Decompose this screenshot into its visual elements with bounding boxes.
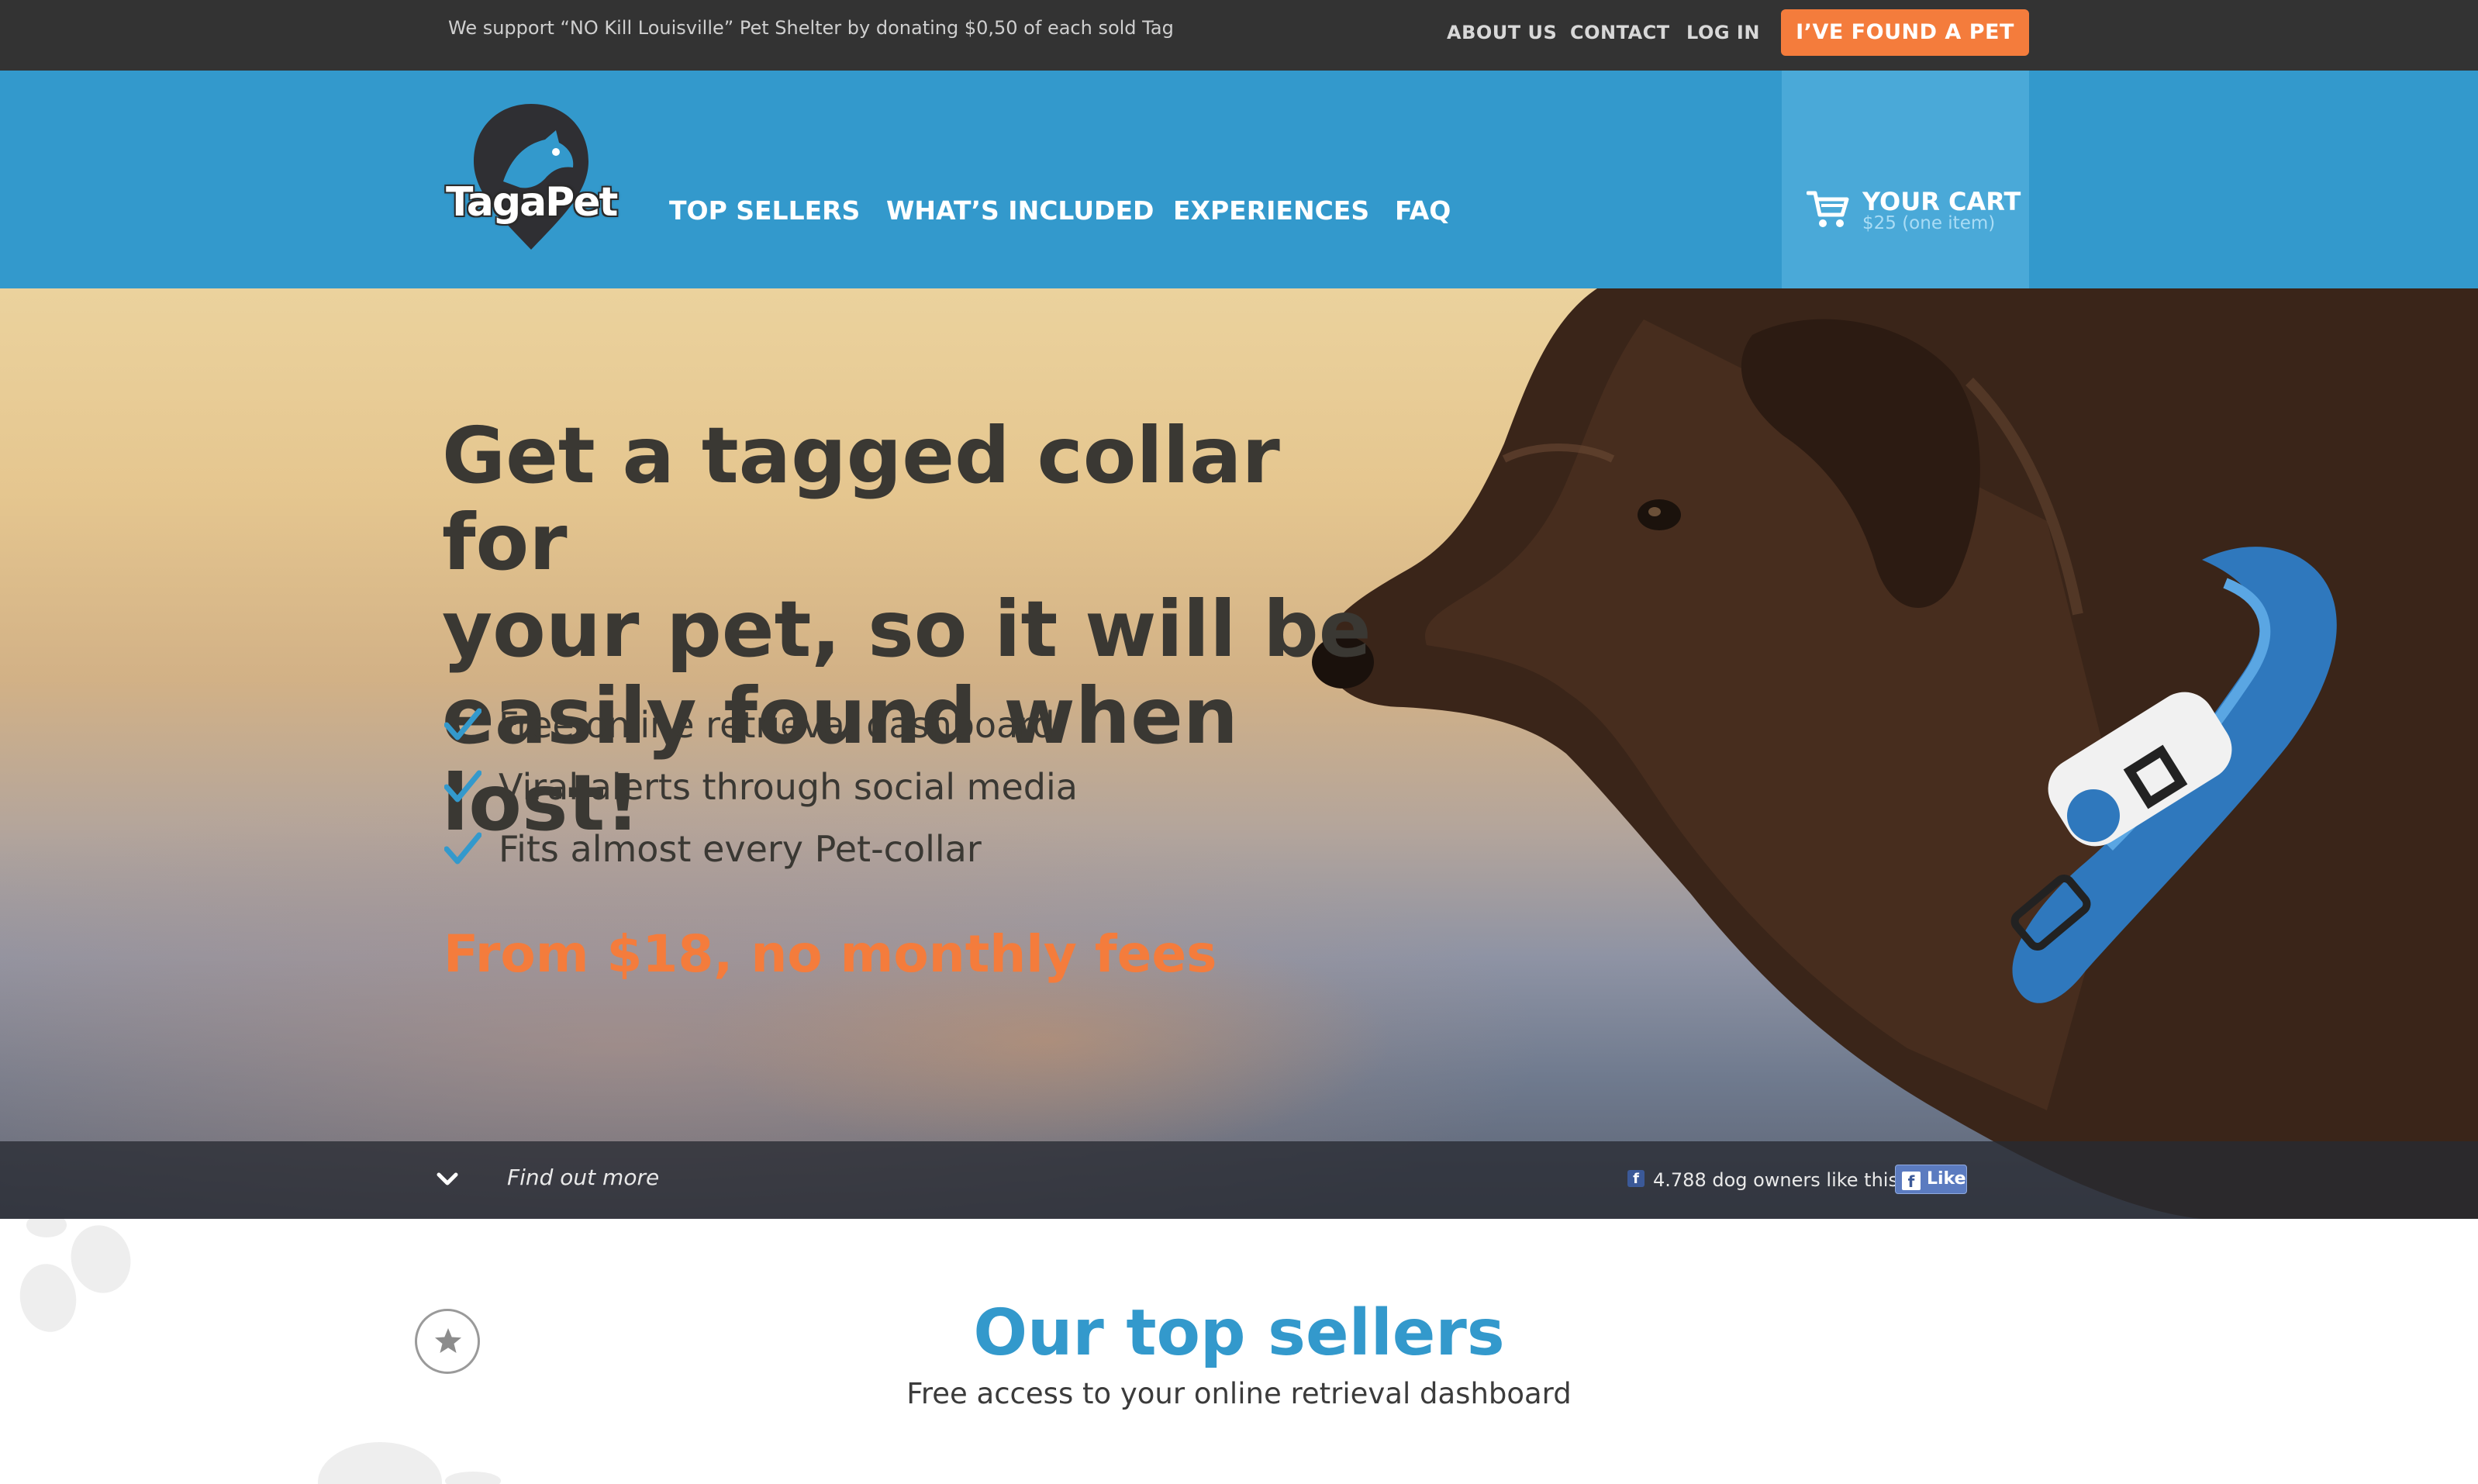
donation-notice: We support “NO Kill Louisville” Pet Shel… [448, 17, 1174, 39]
feature-label: Free online retrieval dashboard [499, 704, 1055, 746]
dog-with-collar-image [1312, 288, 2478, 1219]
logo-pin-icon [474, 104, 588, 250]
facebook-icon: f [1902, 1172, 1921, 1191]
logo-wordmark: TagaPet [446, 179, 618, 226]
log-in-link[interactable]: LOG IN [1686, 22, 1760, 43]
nav-faq[interactable]: FAQ [1395, 195, 1451, 226]
cart-summary: $25 (one item) [1862, 213, 1996, 233]
price-tagline: From $18, no monthly fees [443, 924, 1217, 984]
headline-line-1: Get a tagged collar for [442, 410, 1280, 588]
likes-count: 4.788 dog owners like this [1653, 1169, 1898, 1191]
cart-icon [1807, 191, 1849, 227]
nav-top-sellers[interactable]: TOP SELLERS [669, 195, 860, 226]
find-out-more-bar: Find out more f 4.788 dog owners like th… [0, 1141, 2478, 1219]
find-out-more-link[interactable]: Find out more [507, 1165, 659, 1190]
about-us-link[interactable]: ABOUT US [1447, 22, 1557, 43]
feature-label: Fits almost every Pet-collar [499, 828, 982, 870]
found-a-pet-button[interactable]: I’VE FOUND A PET [1781, 9, 2029, 56]
tagapet-logo[interactable]: TagaPet [446, 101, 618, 260]
section-subtitle: Free access to your online retrieval das… [906, 1377, 1572, 1410]
facebook-like-button[interactable]: f Like [1895, 1165, 1967, 1194]
check-icon [444, 770, 481, 802]
check-icon [444, 832, 481, 865]
check-icon [444, 708, 481, 740]
top-bar: We support “NO Kill Louisville” Pet Shel… [0, 0, 2478, 71]
feature-item: Fits almost every Pet-collar [444, 828, 982, 870]
feature-label: Viral alerts through social media [499, 766, 1078, 808]
chevron-down-icon[interactable] [436, 1169, 459, 1189]
feature-item: Free online retrieval dashboard [444, 704, 1055, 746]
nav-experiences[interactable]: EXPERIENCES [1173, 195, 1369, 226]
main-header [0, 71, 2478, 288]
contact-link[interactable]: CONTACT [1570, 22, 1670, 43]
cart-widget[interactable]: YOUR CART $25 (one item) [1782, 71, 2029, 288]
feature-item: Viral alerts through social media [444, 766, 1078, 808]
hero-banner: Get a tagged collar for your pet, so it … [0, 288, 2478, 1219]
like-label: Like [1927, 1169, 1966, 1189]
cart-title: YOUR CART [1862, 187, 2021, 216]
nav-whats-included[interactable]: WHAT’S INCLUDED [886, 195, 1154, 226]
section-title: Our top sellers [973, 1296, 1505, 1370]
headline-line-2: your pet, so it will be [442, 584, 1372, 675]
headline-line-3: easily found when lost! [442, 671, 1238, 848]
facebook-icon: f [1627, 1170, 1645, 1187]
